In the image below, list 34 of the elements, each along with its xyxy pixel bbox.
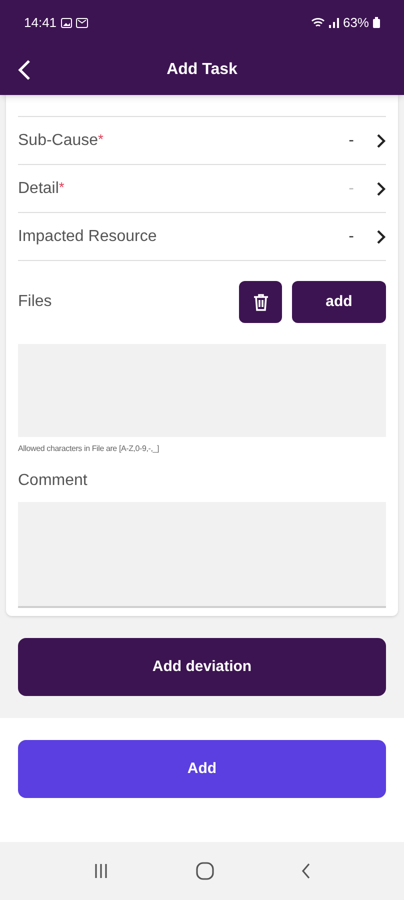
field-row[interactable]: Impacted Resource - (18, 213, 386, 261)
add-file-button[interactable]: add (292, 281, 386, 323)
trash-icon (252, 292, 268, 312)
battery-level: 63% (342, 14, 369, 32)
field-value: - (348, 226, 354, 246)
add-deviation-button[interactable]: Add deviation (18, 638, 386, 696)
wifi-icon (310, 17, 325, 28)
signal-icon (328, 18, 339, 28)
files-hint: Allowed characters in File are [A-Z,0-9,-,_] (18, 443, 160, 455)
gallery-icon (60, 18, 72, 28)
battery-icon (373, 17, 380, 28)
comment-label: Comment (18, 471, 88, 491)
notification-icon (76, 18, 88, 28)
chevron-right-icon (376, 132, 386, 148)
required-mark: * (58, 178, 64, 197)
field-label: Detail (18, 178, 59, 198)
status-time: 14:41 (24, 14, 57, 32)
field-label: Impacted Resource (18, 226, 158, 246)
back-nav-icon[interactable] (300, 863, 311, 879)
page-title: Add Task (166, 60, 238, 80)
field-value: - (348, 178, 354, 198)
files-label: Files (18, 292, 52, 312)
recent-apps-icon[interactable] (93, 863, 110, 879)
field-row[interactable]: Sub-Cause* - (18, 117, 386, 165)
chevron-right-icon (376, 180, 386, 196)
comment-field[interactable] (18, 502, 386, 608)
home-icon[interactable] (196, 862, 214, 880)
field-value: - (348, 130, 354, 150)
field-label: Sub-Cause (18, 130, 98, 150)
add-button[interactable]: Add (18, 740, 386, 798)
back-icon (18, 59, 30, 81)
delete-button[interactable] (239, 281, 282, 323)
chevron-right-icon (376, 228, 386, 244)
required-mark: * (98, 130, 104, 149)
